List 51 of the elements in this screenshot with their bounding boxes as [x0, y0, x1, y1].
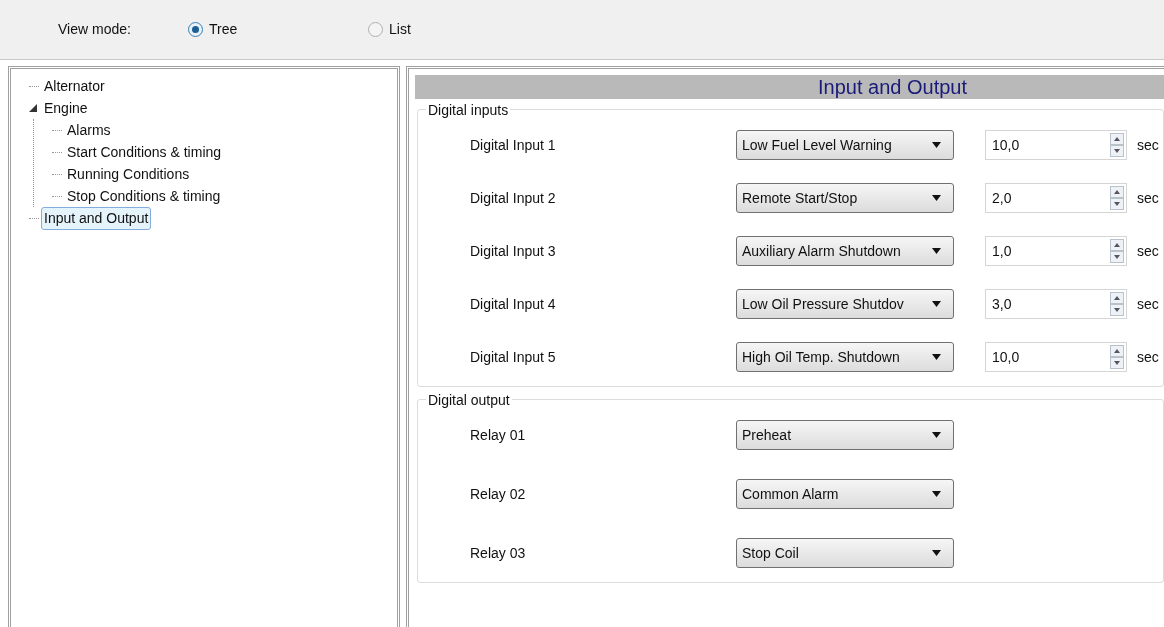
expanded-triangle-icon[interactable] [29, 104, 37, 112]
tree-item[interactable]: Alternator [41, 74, 108, 98]
view-mode-label: View mode: [58, 20, 132, 39]
caret-icon [932, 142, 941, 148]
view-mode-radio[interactable]: List [368, 19, 548, 40]
row-label: Relay 02 [469, 484, 527, 504]
tree-item[interactable]: Alarms [64, 118, 114, 142]
view-mode-radio[interactable]: Tree [188, 19, 368, 40]
caret-icon [932, 432, 941, 438]
caret-icon [932, 354, 941, 360]
row-label: Digital Input 5 [469, 347, 557, 367]
caret-icon [932, 550, 941, 556]
tree-item[interactable]: Input and Output [41, 206, 152, 230]
unit-label: sec [1137, 347, 1159, 367]
delay-spinbox[interactable]: 10,0 [985, 130, 1127, 160]
tree-item[interactable]: Stop Conditions & timing [64, 184, 224, 208]
unit-label: sec [1137, 294, 1159, 314]
delay-spinbox[interactable]: 2,0 [985, 183, 1127, 213]
row-label: Relay 01 [469, 425, 527, 445]
function-dropdown[interactable]: Preheat [736, 420, 954, 450]
caret-icon [932, 195, 941, 201]
tree-item[interactable]: Engine [41, 96, 91, 120]
function-dropdown[interactable]: Common Alarm [736, 479, 954, 509]
spin-arrows-icon[interactable] [1110, 133, 1124, 157]
spin-arrows-icon[interactable] [1110, 292, 1124, 316]
tree-item[interactable]: Running Conditions [64, 162, 193, 186]
caret-icon [932, 248, 941, 254]
panel-title: Input and Output [818, 75, 967, 100]
unit-label: sec [1137, 188, 1159, 208]
delay-spinbox[interactable]: 10,0 [985, 342, 1127, 372]
delay-spinbox[interactable]: 3,0 [985, 289, 1127, 319]
tree-item[interactable]: Start Conditions & timing [64, 140, 225, 164]
spin-arrows-icon[interactable] [1110, 345, 1124, 369]
function-dropdown[interactable]: Remote Start/Stop [736, 183, 954, 213]
row-label: Digital Input 2 [469, 188, 557, 208]
row-label: Digital Input 3 [469, 241, 557, 261]
unit-label: sec [1137, 135, 1159, 155]
spin-arrows-icon[interactable] [1110, 239, 1124, 263]
caret-icon [932, 491, 941, 497]
row-label: Digital Input 4 [469, 294, 557, 314]
row-label: Digital Input 1 [469, 135, 557, 155]
function-dropdown[interactable]: Stop Coil [736, 538, 954, 568]
row-label: Relay 03 [469, 543, 527, 563]
delay-spinbox[interactable]: 1,0 [985, 236, 1127, 266]
function-dropdown[interactable]: High Oil Temp. Shutdown [736, 342, 954, 372]
function-dropdown[interactable]: Auxiliary Alarm Shutdown [736, 236, 954, 266]
function-dropdown[interactable]: Low Fuel Level Warning [736, 130, 954, 160]
function-dropdown[interactable]: Low Oil Pressure Shutdov [736, 289, 954, 319]
unit-label: sec [1137, 241, 1159, 261]
spin-arrows-icon[interactable] [1110, 186, 1124, 210]
caret-icon [932, 301, 941, 307]
